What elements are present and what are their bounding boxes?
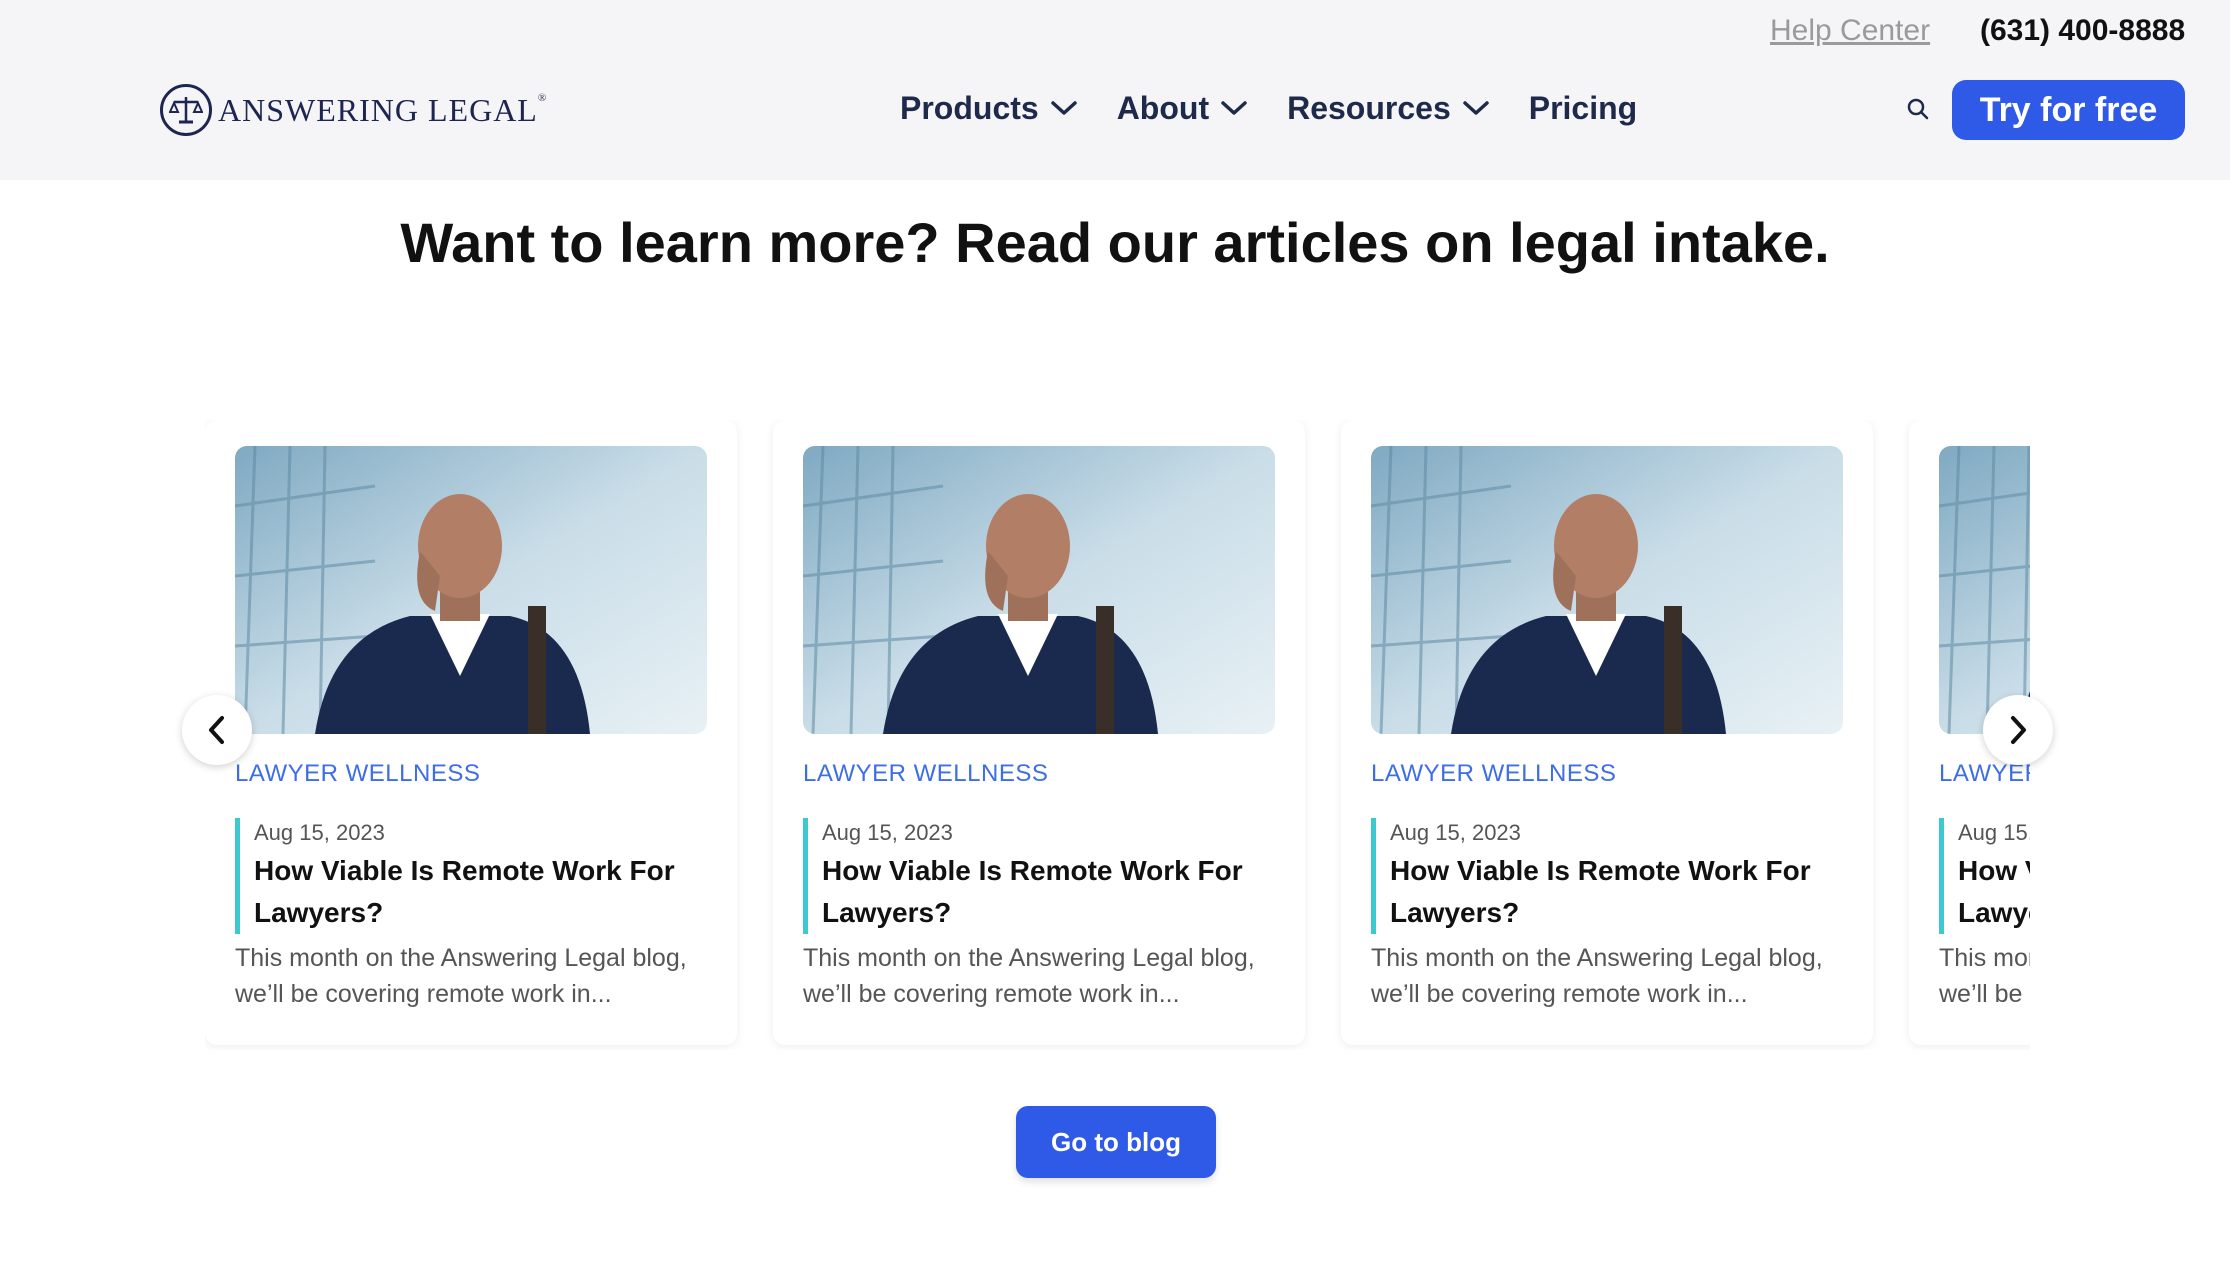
article-excerpt: This month on the Answering Legal blog, … <box>1371 944 1823 1008</box>
article-excerpt: This month on the Answering Legal blog, … <box>1939 944 2030 1008</box>
chevron-down-icon <box>1221 101 1247 115</box>
search-icon <box>1907 98 1929 120</box>
article-header: Aug 15, 2023 How Viable Is Remote Work F… <box>1371 818 1841 934</box>
carousel-prev-button[interactable] <box>182 695 252 765</box>
article-excerpt: This month on the Answering Legal blog, … <box>235 944 687 1008</box>
nav-pricing-label: Pricing <box>1528 89 1638 126</box>
article-title[interactable]: How Viable Is Remote Work For Lawyers? <box>254 850 705 934</box>
chevron-down-icon <box>1462 101 1489 115</box>
article-header: Aug 15, 2023 How Viable Is Remote Work F… <box>1939 818 2030 934</box>
nav-resources[interactable]: Resources <box>1287 90 1489 127</box>
nav-pricing[interactable]: Pricing <box>1529 90 1637 127</box>
chevron-left-icon <box>209 716 224 744</box>
article-card[interactable]: LAWYER WELLNESS Aug 15, 2023 How Viable … <box>1341 420 1873 1045</box>
article-date: Aug 15, 2023 <box>1390 820 1521 845</box>
article-date: Aug 15, 2023 <box>1958 820 2030 845</box>
site-header: Help Center (631) 400-8888 ANSWERING LEG… <box>0 0 2230 180</box>
logo[interactable]: ANSWERING LEGAL® <box>160 80 547 140</box>
search-button[interactable] <box>1905 96 1931 122</box>
article-card[interactable]: LAWYER WELLNESS Aug 15, 2023 How Viable … <box>205 420 737 1045</box>
nav-products[interactable]: Products <box>900 90 1077 127</box>
nav-products-label: Products <box>900 89 1039 126</box>
logo-text: ANSWERING LEGAL® <box>218 91 548 128</box>
article-carousel[interactable]: LAWYER WELLNESS Aug 15, 2023 How Viable … <box>205 420 2030 1050</box>
chevron-down-icon <box>1050 101 1077 115</box>
carousel-next-button[interactable] <box>1983 695 2053 765</box>
article-image <box>803 446 1275 734</box>
section-title: Want to learn more? Read our articles on… <box>400 211 1830 274</box>
article-title[interactable]: How Viable Is Remote Work For Lawyers? <box>1958 850 2030 934</box>
article-date: Aug 15, 2023 <box>822 820 953 845</box>
article-card[interactable]: LAWYER WELLNESS Aug 15, 2023 How Viable … <box>773 420 1305 1045</box>
article-title[interactable]: How Viable Is Remote Work For Lawyers? <box>1390 850 1841 934</box>
article-header: Aug 15, 2023 How Viable Is Remote Work F… <box>803 818 1273 934</box>
article-category[interactable]: LAWYER WELLNESS <box>235 760 480 788</box>
go-to-blog-button[interactable]: Go to blog <box>1016 1106 1216 1178</box>
nav-resources-label: Resources <box>1287 89 1451 126</box>
article-image <box>235 446 707 734</box>
nav-about[interactable]: About <box>1117 90 1247 127</box>
try-for-free-button[interactable]: Try for free <box>1952 80 2185 140</box>
article-image <box>1371 446 1843 734</box>
article-image <box>1939 446 2030 734</box>
scales-icon <box>160 84 212 136</box>
phone-link[interactable]: (631) 400-8888 <box>1980 14 2185 48</box>
nav-about-label: About <box>1116 89 1210 126</box>
article-title[interactable]: How Viable Is Remote Work For Lawyers? <box>822 850 1273 934</box>
article-excerpt: This month on the Answering Legal blog, … <box>803 944 1255 1008</box>
article-category[interactable]: LAWYER WELLNESS <box>803 760 1048 788</box>
article-date: Aug 15, 2023 <box>254 820 385 845</box>
article-header: Aug 15, 2023 How Viable Is Remote Work F… <box>235 818 705 934</box>
main-nav: Products About Resources Pricing <box>900 86 1677 130</box>
chevron-right-icon <box>2011 716 2026 744</box>
help-center-link[interactable]: Help Center <box>1770 14 1930 48</box>
article-category[interactable]: LAWYER WELLNESS <box>1371 760 1616 788</box>
